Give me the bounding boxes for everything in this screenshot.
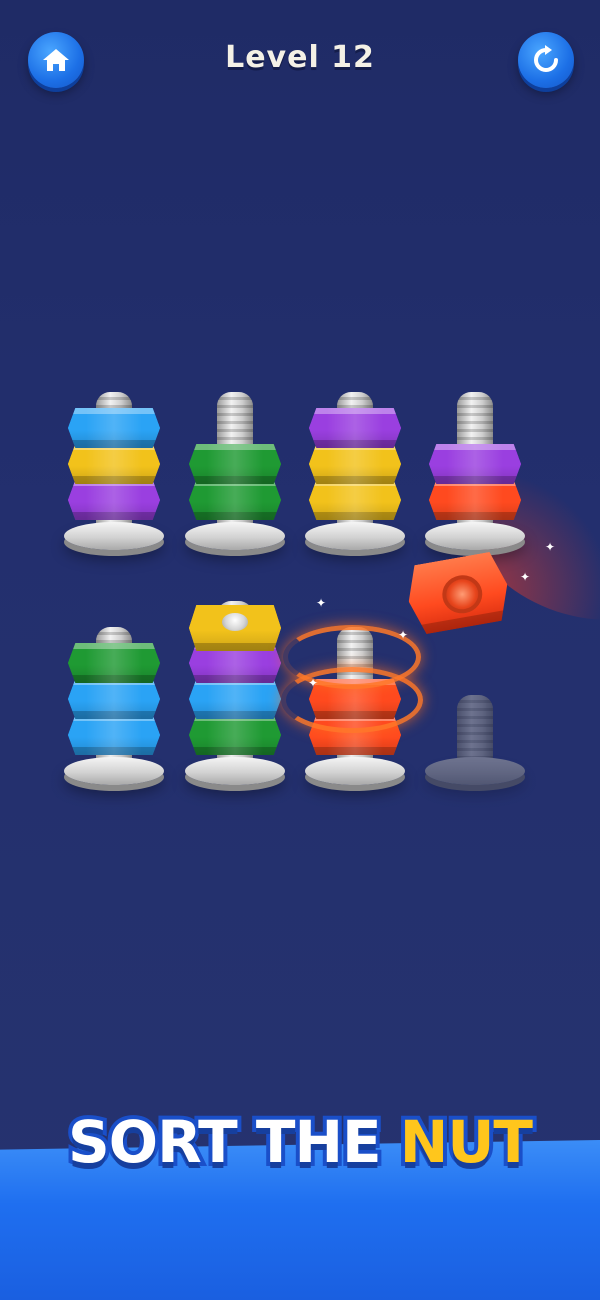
bolt-base [64, 522, 164, 550]
sparkle: ✦ [520, 570, 531, 584]
bolt-base [305, 522, 405, 550]
nut-yellow [309, 480, 401, 520]
nut-purple [68, 480, 160, 520]
nut-green [189, 444, 281, 484]
nut-red [429, 480, 521, 520]
bolt-base [425, 757, 525, 785]
nut-yellow [68, 444, 160, 484]
sparkle: ✦ [545, 540, 556, 554]
nut-blue [68, 408, 160, 448]
nut-green [189, 715, 281, 755]
nut-green [189, 480, 281, 520]
nut-purple [309, 408, 401, 448]
sparkle: ✦ [308, 676, 319, 690]
nut-blue [68, 679, 160, 719]
game-board [0, 0, 600, 1300]
nut-blue [68, 715, 160, 755]
bolt[interactable] [415, 350, 535, 550]
nut-yellow [309, 444, 401, 484]
nut-blue [189, 679, 281, 719]
nut-green [68, 643, 160, 683]
bolt[interactable] [54, 585, 174, 785]
banner-word-sort-the: SORT THE [64, 1104, 400, 1180]
banner-word-nut: NUT [396, 1104, 537, 1180]
bolt[interactable] [295, 350, 415, 550]
bolt[interactable] [54, 350, 174, 550]
nut-yellow [189, 605, 281, 651]
bolt[interactable] [175, 585, 295, 785]
bolt-base [425, 522, 525, 550]
bolt-base [185, 522, 285, 550]
nut-purple [429, 444, 521, 484]
bolt[interactable] [175, 350, 295, 550]
bolt-base [305, 757, 405, 785]
sparkle: ✦ [316, 596, 327, 610]
bolt-base [185, 757, 285, 785]
banner-title: SORT THE NUT [0, 1104, 600, 1180]
sparkle: ✦ [398, 628, 409, 642]
bolt-base [64, 757, 164, 785]
